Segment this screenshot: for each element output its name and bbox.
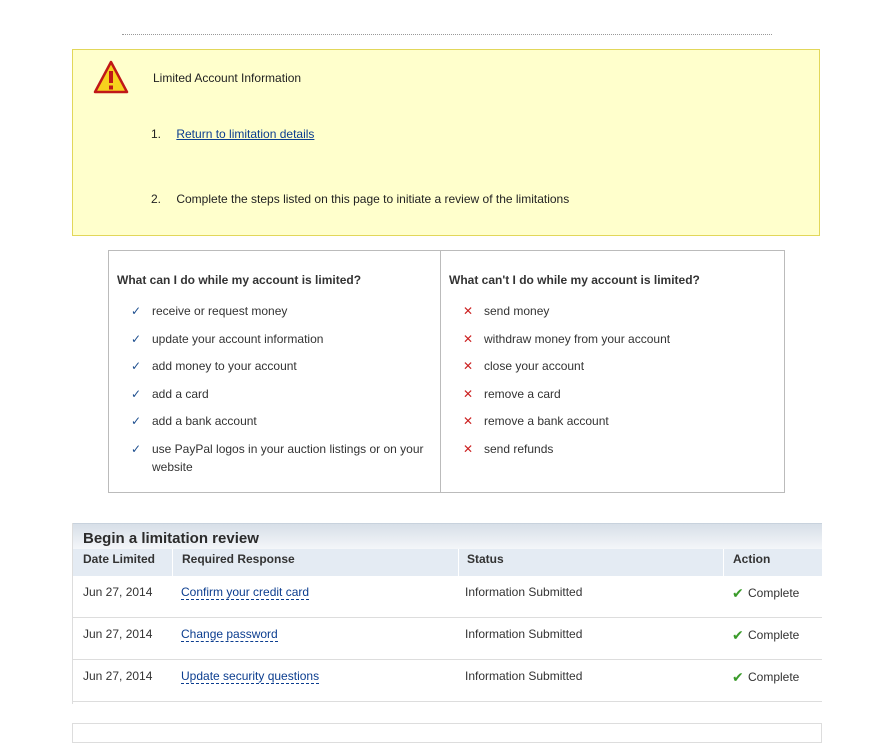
- notice-item-text: Complete the steps listed on this page t…: [176, 192, 570, 206]
- check-icon: ✓: [131, 386, 142, 401]
- check-icon: ✓: [131, 331, 142, 346]
- check-icon: ✓: [131, 441, 142, 456]
- action-cell: ✔ Complete: [732, 585, 799, 602]
- status-text: Information Submitted: [465, 627, 583, 641]
- can-do-item-text: update your account information: [152, 331, 324, 346]
- cannot-do-list: ✕ send money ✕ withdraw money from your ac…: [463, 302, 768, 468]
- can-do-title: What can I do while my account is limite…: [117, 273, 362, 287]
- cannot-do-item: ✕ withdraw money from your account: [463, 330, 768, 348]
- table-header: Date Limited Required Response Status Ac…: [73, 549, 822, 576]
- notice-item-1: 1. Return to limitation details: [151, 127, 314, 141]
- action-status: Complete: [748, 628, 800, 642]
- date-limited: Jun 27, 2014: [83, 627, 153, 641]
- limitation-review-table: Begin a limitation review Date Limited R…: [72, 523, 822, 704]
- cannot-do-item-text: send money: [484, 304, 550, 318]
- can-do-item-text: add money to your account: [152, 359, 297, 374]
- can-do-item-text: use PayPal logos in your auction listing…: [152, 441, 424, 474]
- cross-icon: ✕: [463, 359, 474, 374]
- column-separator: [723, 549, 724, 576]
- check-icon: ✓: [131, 414, 142, 429]
- update-security-questions-link[interactable]: Update security questions: [181, 669, 320, 684]
- confirm-credit-card-link[interactable]: Confirm your credit card: [181, 585, 310, 600]
- review-title: Begin a limitation review: [83, 530, 259, 547]
- table-row: Jun 27, 2014 Update security questions I…: [73, 660, 822, 702]
- column-separator: [172, 549, 173, 576]
- green-check-icon: ✔: [732, 627, 744, 643]
- cross-icon: ✕: [463, 414, 474, 429]
- next-section-box: [72, 723, 822, 743]
- can-do-item-text: add a bank account: [152, 414, 257, 429]
- can-do-item: ✓ update your account information: [131, 330, 436, 348]
- notice-item-number: 1.: [151, 127, 162, 141]
- cross-icon: ✕: [463, 441, 474, 456]
- cannot-do-item: ✕ remove a bank account: [463, 412, 768, 430]
- cross-icon: ✕: [463, 304, 474, 318]
- cannot-do-item: ✕ remove a card: [463, 385, 768, 403]
- column-header-date: Date Limited: [83, 552, 156, 566]
- cannot-do-title: What can't I do while my account is limi…: [449, 273, 700, 287]
- cannot-do-item-text: remove a bank account: [484, 414, 609, 429]
- check-icon: ✓: [131, 359, 142, 374]
- notice-item-2: 2. Complete the steps listed on this pag…: [151, 192, 569, 206]
- limited-account-notice: Limited Account Information 1. Return to…: [72, 49, 820, 236]
- status-text: Information Submitted: [465, 669, 583, 683]
- column-divider: [440, 251, 441, 492]
- action-cell: ✔ Complete: [732, 669, 799, 686]
- cannot-do-item-text: withdraw money from your account: [484, 331, 671, 346]
- action-status: Complete: [748, 670, 800, 684]
- action-status: Complete: [748, 586, 800, 600]
- can-do-item-text: add a card: [152, 386, 209, 401]
- status-text: Information Submitted: [465, 585, 583, 599]
- cannot-do-item: ✕ send refunds: [463, 440, 768, 458]
- table-row: Jun 27, 2014 Change password Information…: [73, 618, 822, 660]
- cross-icon: ✕: [463, 386, 474, 401]
- column-separator: [458, 549, 459, 576]
- cannot-do-item: ✕ close your account: [463, 357, 768, 375]
- date-limited: Jun 27, 2014: [83, 585, 153, 599]
- column-header-status: Status: [467, 552, 504, 566]
- column-header-response: Required Response: [182, 552, 295, 566]
- date-limited: Jun 27, 2014: [83, 669, 153, 683]
- can-do-item: ✓ add a bank account: [131, 412, 436, 430]
- cannot-do-item-text: close your account: [484, 359, 585, 374]
- cross-icon: ✕: [463, 331, 474, 346]
- green-check-icon: ✔: [732, 669, 744, 685]
- account-limits-panel: What can I do while my account is limite…: [108, 250, 785, 493]
- action-cell: ✔ Complete: [732, 627, 799, 644]
- check-icon: ✓: [131, 304, 142, 318]
- can-do-item: ✓ receive or request money: [131, 302, 436, 320]
- warning-icon: [93, 60, 129, 94]
- notice-item-number: 2.: [151, 192, 162, 206]
- table-row: Jun 27, 2014 Confirm your credit card In…: [73, 576, 822, 618]
- cannot-do-item-text: send refunds: [484, 441, 554, 456]
- can-do-item-text: receive or request money: [152, 304, 288, 318]
- change-password-link[interactable]: Change password: [181, 627, 278, 642]
- can-do-item: ✓ add money to your account: [131, 357, 436, 375]
- can-do-list: ✓ receive or request money ✓ update your a…: [131, 302, 436, 486]
- green-check-icon: ✔: [732, 585, 744, 601]
- cannot-do-item-text: remove a card: [484, 386, 561, 401]
- cannot-do-item: ✕ send money: [463, 302, 768, 320]
- can-do-item: ✓ use PayPal logos in your auction listin…: [131, 440, 436, 476]
- review-header: Begin a limitation review: [73, 523, 822, 549]
- top-divider: [122, 34, 772, 35]
- column-header-action: Action: [733, 552, 771, 566]
- notice-title: Limited Account Information: [153, 71, 302, 85]
- can-do-item: ✓ add a card: [131, 385, 436, 403]
- return-to-limitation-details-link[interactable]: Return to limitation details: [176, 127, 314, 141]
